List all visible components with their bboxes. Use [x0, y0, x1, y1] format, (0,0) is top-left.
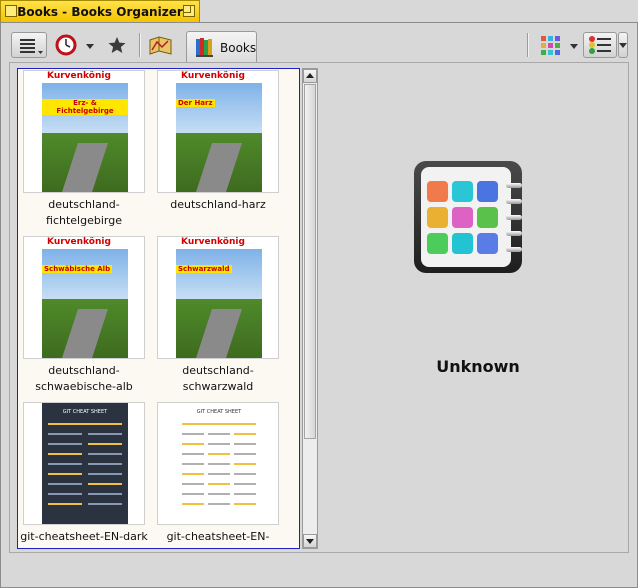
recent-button[interactable]	[53, 32, 81, 58]
icon-view-icon	[541, 36, 560, 55]
recent-dropdown-arrow-icon[interactable]	[86, 44, 94, 49]
book-item[interactable]: GIT CHEAT SHEET	[20, 402, 148, 545]
book-thumbnail[interactable]: GIT CHEAT SHEET	[157, 402, 279, 525]
window-title-tab[interactable]: Books - Books Organizer	[0, 0, 200, 22]
book-item[interactable]: Kurvenkönig Erz- & Fichtelgebirge deutsc…	[20, 70, 148, 229]
book-caption: git-cheatsheet-EN-white	[154, 529, 282, 548]
book-cover: Kurvenkönig Erz- & Fichtelgebirge	[42, 71, 128, 192]
cover-label: GIT CHEAT SHEET	[62, 409, 108, 415]
book-thumbnail[interactable]: Kurvenkönig Schwarzwald	[157, 236, 279, 359]
zoom-window-button[interactable]	[183, 5, 195, 17]
book-item[interactable]: GIT CHEAT SHEET	[154, 402, 282, 548]
book-cover: Kurvenkönig Der Harz	[176, 71, 262, 192]
location-button[interactable]	[147, 32, 175, 58]
map-folder-icon	[149, 36, 172, 55]
cover-label: Der Harz	[176, 99, 215, 107]
sort-options-button[interactable]	[583, 32, 617, 58]
favorites-button[interactable]	[104, 32, 132, 58]
menu-button[interactable]	[11, 32, 47, 58]
book-caption: deutschland-harz	[154, 197, 282, 213]
caption-line: schwaebische-alb	[35, 380, 133, 393]
star-icon	[108, 37, 126, 53]
window: Books Kurvenkönig Erz- & Fichtelgebirge …	[0, 22, 638, 588]
book-caption: deutschland- fichtelgebirge	[20, 197, 148, 229]
book-cover: Kurvenkönig Schwäbische Alb	[42, 237, 128, 358]
chevron-up-icon	[306, 73, 314, 78]
chevron-down-icon	[306, 539, 314, 544]
cover-label: Schwäbische Alb	[42, 265, 113, 273]
scrollbar-thumb[interactable]	[304, 84, 316, 439]
cover-label: Schwarzwald	[176, 265, 232, 273]
book-thumbnail[interactable]: Kurvenkönig Erz- & Fichtelgebirge	[23, 70, 145, 193]
scroll-up-button[interactable]	[303, 69, 317, 83]
cover-label: Erz- & Fichtelgebirge	[42, 99, 128, 115]
menu-icon	[20, 39, 43, 54]
clock-icon	[55, 34, 77, 56]
book-cover: Kurvenkönig Schwarzwald	[176, 237, 262, 358]
preview-status-text: Unknown	[436, 357, 520, 376]
toolbar: Books	[9, 30, 629, 62]
book-caption: git-cheatsheet-EN-dark	[20, 529, 148, 545]
book-grid[interactable]: Kurvenkönig Erz- & Fichtelgebirge deutsc…	[17, 68, 300, 549]
book-item[interactable]: Kurvenkönig Schwarzwald deutschland-schw…	[154, 236, 282, 395]
grid-scrollbar[interactable]	[302, 68, 318, 549]
book-item[interactable]: Kurvenkönig Der Harz deutschland-harz	[154, 70, 282, 213]
cheatsheet-cover: GIT CHEAT SHEET	[176, 403, 262, 524]
caption-line: deutschland-schwarzwald	[182, 364, 254, 393]
cover-brand: Kurvenkönig	[47, 237, 111, 247]
toolbar-separator	[527, 33, 529, 57]
cover-brand: Kurvenkönig	[181, 71, 245, 81]
tab-books-label: Books	[220, 41, 257, 55]
book-thumbnail[interactable]: Kurvenkönig Der Harz	[157, 70, 279, 193]
caption-line: git-cheatsheet-EN-dark	[20, 530, 148, 543]
book-caption: deutschland- schwaebische-alb	[20, 363, 148, 395]
scroll-down-button[interactable]	[303, 534, 317, 548]
caption-line: fichtelgebirge	[46, 214, 122, 227]
caption-line: deutschland-harz	[170, 198, 266, 211]
books-icon	[196, 38, 213, 57]
chevron-down-icon	[619, 43, 627, 48]
book-item[interactable]: Kurvenkönig Schwäbische Alb deutschland-…	[20, 236, 148, 395]
content-area: Kurvenkönig Erz- & Fichtelgebirge deutsc…	[9, 62, 629, 553]
caption-line: deutschland-	[48, 198, 120, 211]
caption-line: git-cheatsheet-EN-white	[166, 530, 270, 548]
cheatsheet-cover: GIT CHEAT SHEET	[42, 403, 128, 524]
view-mode-button[interactable]	[537, 32, 565, 58]
caption-line: deutschland-	[48, 364, 120, 377]
toolbar-separator	[139, 33, 141, 57]
list-sort-icon	[589, 36, 611, 54]
preview-image	[410, 161, 522, 273]
cover-label: GIT CHEAT SHEET	[196, 409, 242, 415]
address-book-icon	[414, 161, 522, 273]
book-thumbnail[interactable]: GIT CHEAT SHEET	[23, 402, 145, 525]
window-title: Books - Books Organizer	[17, 5, 183, 19]
sort-dropdown-button[interactable]	[618, 32, 628, 58]
cover-brand: Kurvenkönig	[47, 71, 111, 81]
view-mode-dropdown-arrow-icon[interactable]	[570, 44, 578, 49]
book-thumbnail[interactable]: Kurvenkönig Schwäbische Alb	[23, 236, 145, 359]
tab-books[interactable]: Books	[186, 31, 257, 62]
cover-brand: Kurvenkönig	[181, 237, 245, 247]
book-caption: deutschland-schwarzwald	[154, 363, 282, 395]
